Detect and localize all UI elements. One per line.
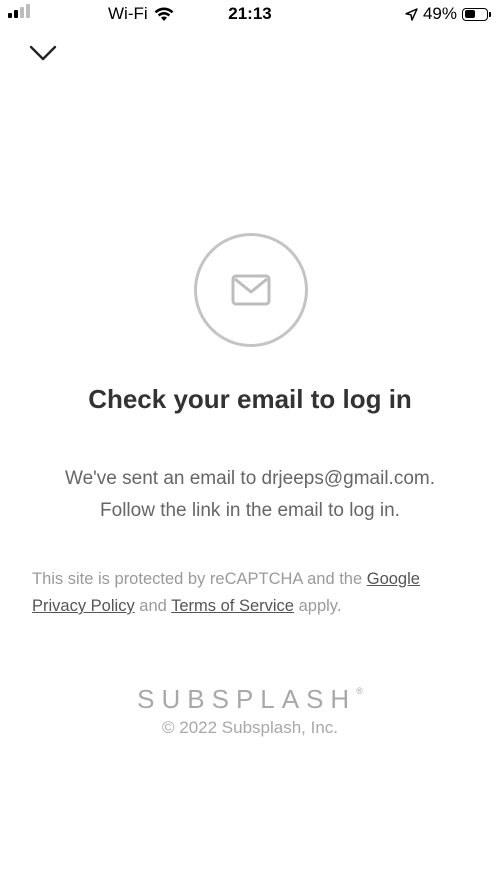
- message-line-2: Follow the link in the email to log in.: [100, 500, 400, 521]
- message-line-1: We've sent an email to drjeeps@gmail.com…: [65, 468, 435, 489]
- brand-name: SUBSPLASH: [137, 684, 357, 714]
- registered-mark: ®: [356, 686, 363, 697]
- status-bar: Wi-Fi 21:13 49%: [0, 0, 500, 30]
- battery-percent: 49%: [422, 4, 457, 23]
- chevron-down-icon: [29, 45, 57, 61]
- terms-of-service-link[interactable]: Terms of Service: [171, 597, 294, 615]
- confirmation-message: We've sent an email to drjeeps@gmail.com…: [0, 463, 500, 527]
- battery-fill: [464, 10, 475, 18]
- brand-logo: SUBSPLASH®: [0, 684, 500, 715]
- status-right-group: 49%: [405, 4, 491, 24]
- page-title: Check your email to log in: [88, 384, 412, 414]
- location-arrow-icon: [405, 7, 418, 21]
- battery-icon: [462, 7, 491, 21]
- recaptcha-and: and: [139, 597, 167, 615]
- envelope-badge: [194, 233, 308, 347]
- recaptcha-notice: This site is protected by reCAPTCHA and …: [32, 566, 472, 620]
- copyright: © 2022 Subsplash, Inc.: [161, 718, 339, 737]
- close-button[interactable]: [28, 42, 58, 66]
- recaptcha-suffix: apply.: [298, 597, 342, 615]
- envelope-icon: [231, 274, 271, 306]
- email-confirmation-screen: Wi-Fi 21:13 49% Check your email to log …: [0, 0, 500, 889]
- recaptcha-prefix: This site is protected by reCAPTCHA and …: [32, 570, 363, 588]
